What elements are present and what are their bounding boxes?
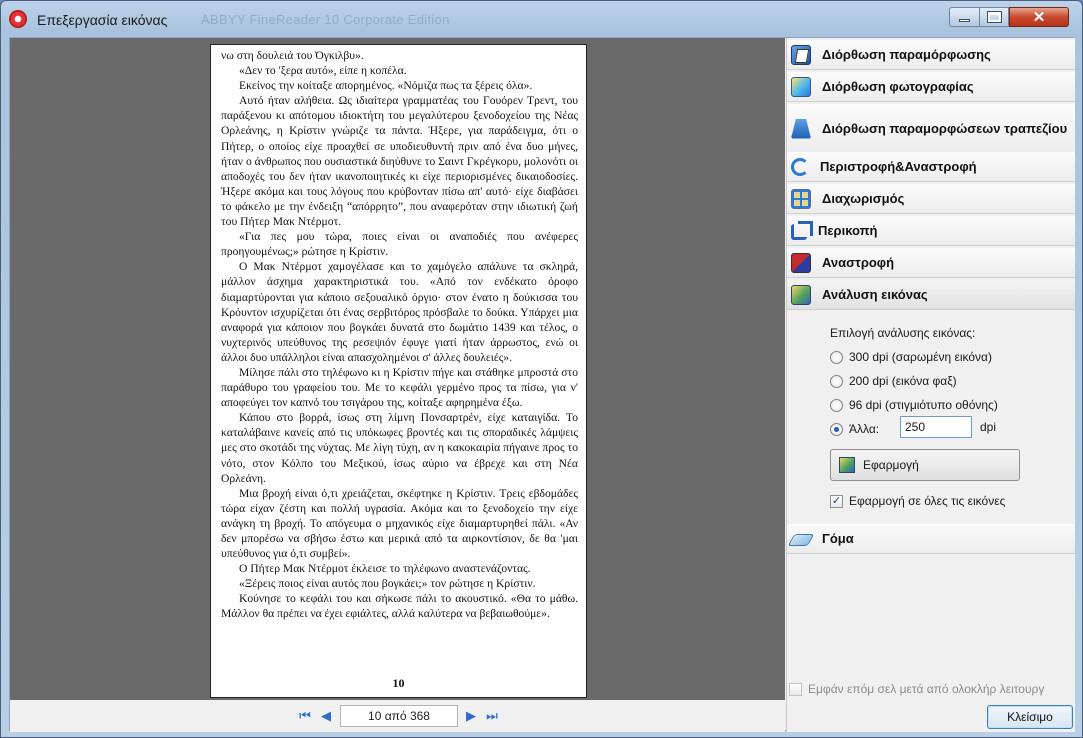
image-viewer[interactable]: νω στη δουλειά του Όγκιλβυ». «Δεν το 'ξερ…: [10, 38, 785, 700]
section-label: Διόρθωση παραμόρφωσης: [822, 47, 991, 62]
section-image-resolution[interactable]: Ανάλυση εικόνας: [787, 280, 1075, 310]
section-label: Διόρθωση παραμορφώσεων τραπεζίου: [822, 121, 1068, 136]
section-eraser[interactable]: Γόμα: [787, 524, 1075, 554]
crop-icon: [791, 220, 813, 240]
radio-label: 200 dpi (εικόνα φαξ): [849, 374, 957, 388]
page-paragraph: «Δεν το 'ξερα αυτό», είπε η κοπέλα.: [239, 64, 407, 78]
image-resolution-icon: [791, 284, 811, 305]
distortion-correction-icon: [791, 44, 811, 65]
next-page-icon[interactable]: ▶: [464, 709, 478, 723]
section-split[interactable]: Διαχωρισμός: [787, 184, 1075, 214]
section-label: Ανάλυση εικόνας: [822, 287, 928, 302]
radio-96dpi[interactable]: 96 dpi (στιγμιότυπο οθόνης): [830, 398, 998, 412]
section-trapezoid-correction[interactable]: Διόρθωση παραμορφώσεων τραπεζίου: [787, 104, 1075, 154]
maximize-icon: [986, 11, 1002, 23]
eraser-icon: [787, 533, 815, 546]
page-paragraph: «Ξέρεις ποιος είναι αυτός που βογκάει;» …: [239, 577, 536, 591]
apply-button[interactable]: Εφαρμογή: [830, 449, 1020, 481]
photo-correction-icon: [791, 76, 811, 97]
section-rotate-flip[interactable]: Περιστροφή&Αναστροφή: [787, 152, 1075, 182]
page-indicator-field[interactable]: 10 από 368: [340, 705, 458, 727]
page-paragraph: Αυτό ήταν αλήθεια. Ως ιδιαίτερα γραμματέ…: [221, 94, 578, 229]
radio-button[interactable]: [830, 350, 843, 364]
background-window-title: ABBYY FineReader 10 Corporate Edition: [201, 12, 450, 27]
section-label: Περιστροφή&Αναστροφή: [820, 159, 977, 174]
page-number: 10: [392, 675, 405, 690]
close-button[interactable]: Κλείσιμο: [987, 705, 1073, 729]
radio-label: 96 dpi (στιγμιότυπο οθόνης): [849, 398, 998, 412]
radio-label: Άλλα:: [849, 422, 880, 436]
rotate-flip-icon: [791, 157, 809, 176]
section-label: Διόρθωση φωτογραφίας: [822, 79, 974, 94]
dpi-unit-label: dpi: [980, 420, 997, 434]
page-paragraph: νω στη δουλειά του Όγκιλβυ».: [221, 49, 364, 62]
radio-label: 300 dpi (σαρωμένη εικόνα): [849, 350, 992, 364]
apply-label: Εφαρμογή: [863, 458, 919, 472]
section-crop[interactable]: Περικοπή: [787, 216, 1075, 246]
apply-all-checkbox[interactable]: ✓: [830, 494, 843, 508]
show-next-page-checkbox[interactable]: [789, 682, 802, 696]
section-label: Αναστροφή: [822, 255, 895, 270]
apply-all-label: Εφαρμογή σε όλες τις εικόνες: [849, 494, 1006, 508]
radio-other[interactable]: Άλλα:: [830, 422, 879, 436]
show-next-page-checkbox-row[interactable]: Εμφάν επόμ σελ μετά από ολοκλήρ λειτουργ: [789, 682, 1044, 696]
tools-panel: Διόρθωση παραμόρφωσης Διόρθωση φωτογραφί…: [786, 38, 1075, 732]
split-icon: [791, 188, 811, 209]
section-photo-correction[interactable]: Διόρθωση φωτογραφίας: [787, 72, 1075, 102]
first-page-icon[interactable]: ⏮: [298, 709, 312, 723]
image-resolution-options: Επιλογή ανάλυσης εικόνας: 300 dpi (σαρωμ…: [787, 312, 1075, 534]
radio-button-selected[interactable]: [830, 422, 843, 436]
custom-dpi-input[interactable]: 250: [900, 416, 972, 438]
invert-icon: [791, 252, 811, 273]
page-paragraph: Ο Πήτερ Μακ Ντέρμοτ έκλεισε το τηλέφωνο …: [239, 562, 531, 576]
radio-300dpi[interactable]: 300 dpi (σαρωμένη εικόνα): [830, 350, 992, 364]
page-paragraph: Εκείνος την κοίταξε απορημένος. «Νόμιζα …: [239, 79, 533, 93]
page-paragraph: Ο Μακ Ντέρμοτ χαμογέλασε και το χαμόγελο…: [221, 260, 578, 364]
apply-all-checkbox-row[interactable]: ✓ Εφαρμογή σε όλες τις εικόνες: [830, 494, 1005, 508]
close-icon: ✕: [1032, 9, 1046, 26]
radio-200dpi[interactable]: 200 dpi (εικόνα φαξ): [830, 374, 957, 388]
show-next-page-label: Εμφάν επόμ σελ μετά από ολοκλήρ λειτουργ: [808, 682, 1045, 696]
window-title: Επεξεργασία εικόνας: [37, 12, 168, 28]
title-bar[interactable]: Επεξεργασία εικόνας ABBYY FineReader 10 …: [1, 1, 1082, 37]
page-navigation: ⏮ ◀ 10 από 368 ▶ ⏭: [10, 700, 785, 732]
resolution-prompt: Επιλογή ανάλυσης εικόνας:: [830, 326, 976, 340]
section-distortion-correction[interactable]: Διόρθωση παραμόρφωσης: [787, 40, 1075, 70]
minimize-icon: [959, 18, 970, 22]
minimize-button[interactable]: [949, 7, 979, 27]
section-invert[interactable]: Αναστροφή: [787, 248, 1075, 278]
maximize-button[interactable]: [979, 7, 1009, 27]
trapezoid-correction-icon: [791, 118, 811, 139]
image-editor-window: Επεξεργασία εικόνας ABBYY FineReader 10 …: [0, 0, 1083, 738]
page-paragraph: «Για πες μου τώρα, ποιες είναι οι αναποδ…: [221, 230, 578, 259]
section-label: Περικοπή: [818, 223, 878, 238]
apply-icon: [839, 457, 855, 473]
section-label: Γόμα: [822, 531, 854, 546]
radio-button[interactable]: [830, 398, 843, 412]
page-paragraph: Μίλησε πάλι στο τηλέφωνο κι η Κρίστιν πή…: [221, 365, 578, 410]
document-page: νω στη δουλειά του Όγκιλβυ». «Δεν το 'ξερ…: [210, 44, 587, 698]
previous-page-icon[interactable]: ◀: [319, 709, 333, 723]
section-label: Διαχωρισμός: [822, 191, 905, 206]
close-window-button[interactable]: ✕: [1009, 7, 1069, 27]
page-paragraph: Μια βροχή είναι ό,τι χρειάζεται, σκέφτηκ…: [221, 486, 578, 561]
page-paragraph: Κάπου στο βορρά, ίσως στη λίμνη Πονσαρτρ…: [221, 411, 578, 485]
radio-button[interactable]: [830, 374, 843, 388]
page-paragraph: Κούνησε το κεφάλι του και σήκωσε πάλι το…: [221, 592, 578, 621]
abbyy-app-icon: [9, 10, 27, 28]
dialog-client-area: νω στη δουλειά του Όγκιλβυ». «Δεν το 'ξερ…: [9, 37, 1075, 732]
last-page-icon[interactable]: ⏭: [485, 709, 499, 723]
page-text: νω στη δουλειά του Όγκιλβυ». «Δεν το 'ξερ…: [221, 48, 578, 622]
